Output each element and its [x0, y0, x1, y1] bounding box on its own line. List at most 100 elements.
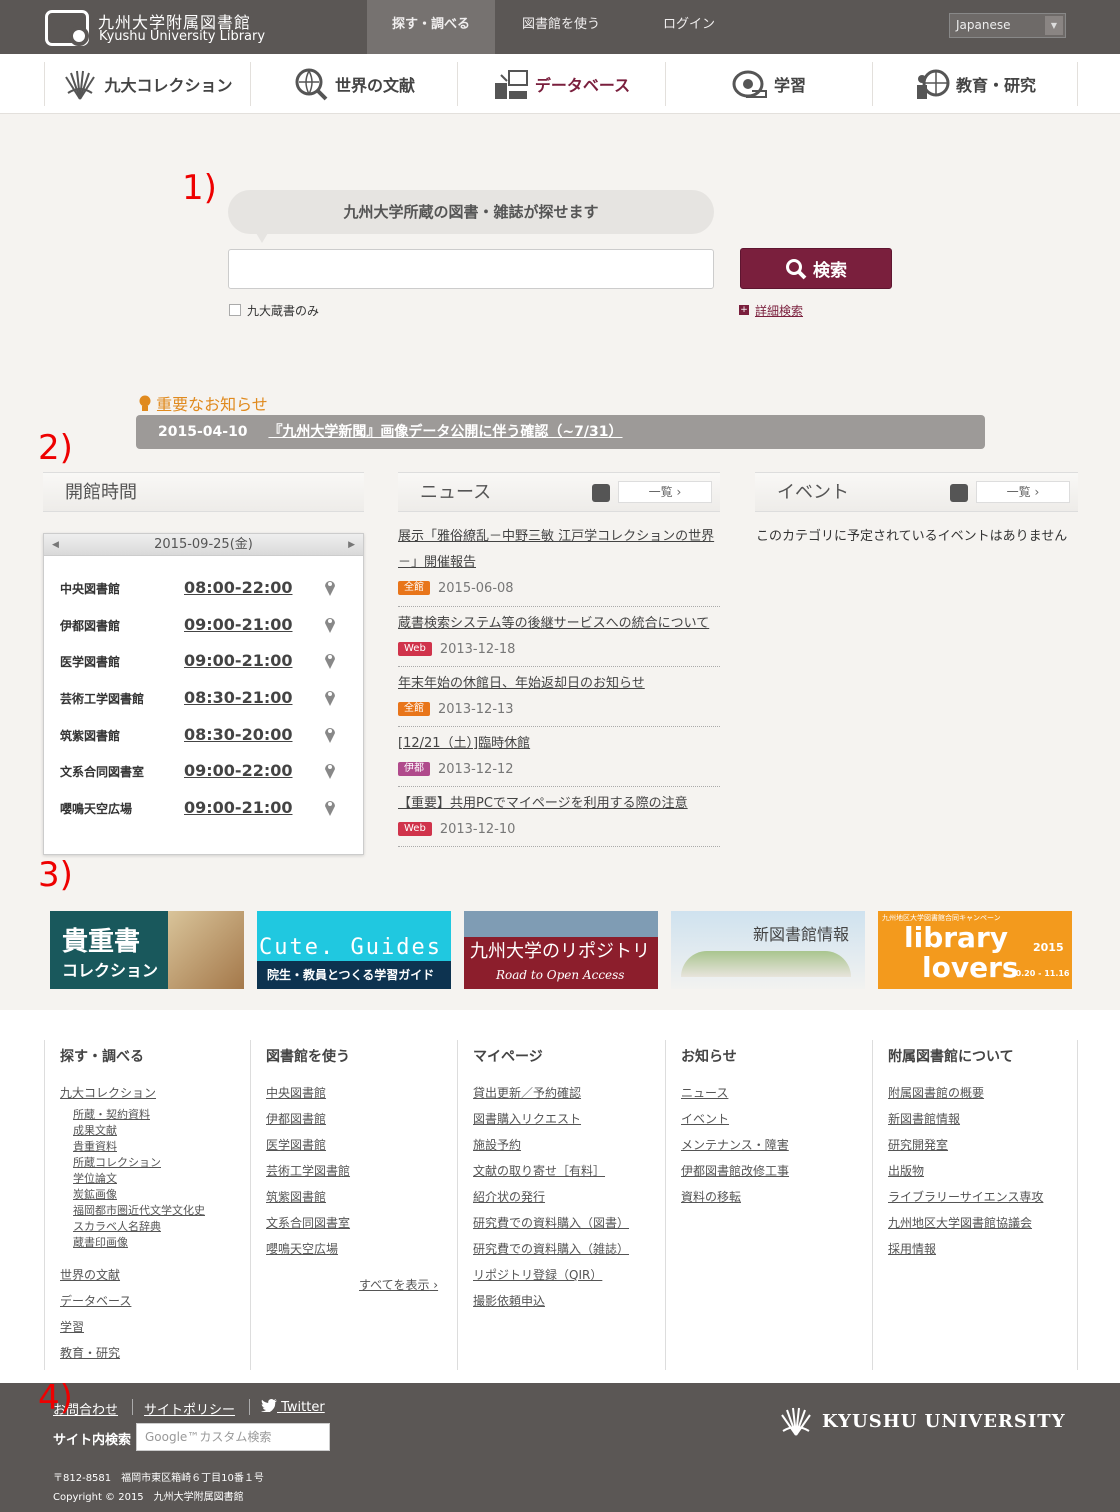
library-name[interactable]: 嚶鳴天空広場 [60, 800, 132, 817]
map-pin-icon[interactable] [324, 761, 336, 779]
show-all-link[interactable]: すべてを表示 › [359, 1276, 438, 1293]
sitemap-link[interactable]: 採用情報 [888, 1240, 936, 1257]
sitemap-link[interactable]: 九州地区大学図書館協議会 [888, 1214, 1032, 1231]
sitemap-link[interactable]: イベント [681, 1110, 729, 1127]
sitemap-link[interactable]: 学習 [60, 1318, 84, 1335]
next-day-icon[interactable]: ▶ [348, 534, 355, 556]
sitemap-sublink[interactable]: 所蔵コレクション [73, 1154, 161, 1170]
site-search-input[interactable]: Google™カスタム検索 [136, 1423, 330, 1451]
sitemap-link[interactable]: 芸術工学図書館 [266, 1162, 350, 1179]
notice-link[interactable]: 『九州大学新聞』画像データ公開に伴う確認（~7/31） [268, 424, 622, 440]
sitemap-sublink[interactable]: 蔵書印画像 [73, 1234, 128, 1250]
cat-education-research[interactable]: 教育・研究 [872, 62, 1078, 106]
search-input[interactable] [228, 249, 714, 289]
map-pin-icon[interactable] [324, 688, 336, 706]
library-hours[interactable]: 08:30-20:00 [184, 725, 293, 744]
sitemap-link[interactable]: 文系合同図書室 [266, 1214, 350, 1231]
library-hours[interactable]: 09:00-21:00 [184, 798, 293, 817]
map-pin-icon[interactable] [324, 798, 336, 816]
library-hours[interactable]: 09:00-22:00 [184, 761, 293, 780]
sitemap-link[interactable]: 撮影依頼申込 [473, 1292, 545, 1309]
sitemap-sublink[interactable]: 成果文献 [73, 1122, 117, 1138]
sitemap-sublink[interactable]: 貴重資料 [73, 1138, 117, 1154]
sitemap-sublink[interactable]: 福岡都市圏近代文学文化史 [73, 1202, 205, 1218]
library-logo-icon[interactable] [45, 10, 89, 46]
sitemap-link[interactable]: 資料の移転 [681, 1188, 741, 1205]
sitemap-sublink[interactable]: 炭鉱画像 [73, 1186, 117, 1202]
sitemap-link[interactable]: データベース [60, 1292, 131, 1309]
logo-title-en[interactable]: Kyushu University Library [99, 29, 265, 44]
sitemap-link[interactable]: 研究開発室 [888, 1136, 948, 1153]
sitemap-link[interactable]: 貸出更新／予約確認 [473, 1084, 581, 1101]
rss-icon[interactable] [950, 484, 968, 502]
banner-repository[interactable]: 九州大学のリポジトリ Road to Open Access [464, 911, 658, 989]
sitemap-link[interactable]: 世界の文献 [60, 1266, 120, 1283]
news-title[interactable]: 蔵書検索システム等の後継サービスへの統合について [398, 611, 720, 637]
advanced-search-link[interactable]: 詳細検索 [755, 302, 803, 319]
library-name[interactable]: 中央図書館 [60, 580, 120, 597]
search-button[interactable]: 検索 [740, 248, 892, 289]
sitemap-link[interactable]: メンテナンス・障害 [681, 1136, 789, 1153]
library-hours[interactable]: 09:00-21:00 [184, 615, 293, 634]
sitemap-sublink[interactable]: スカラベ人名辞典 [73, 1218, 161, 1234]
cat-kyudai-collection[interactable]: 九大コレクション [44, 62, 250, 106]
cat-database[interactable]: データベース [457, 62, 665, 106]
banner-new-library[interactable]: 新図書館情報 [671, 911, 865, 989]
language-select[interactable]: Japanese ▼ [949, 13, 1066, 38]
twitter-link[interactable]: Twitter [261, 1399, 325, 1415]
map-pin-icon[interactable] [324, 725, 336, 743]
sitemap-link[interactable]: 研究費での資料購入（図書） [473, 1214, 629, 1231]
banner-rare-books[interactable]: 貴重書 コレクション [50, 911, 244, 989]
sitemap-link[interactable]: ライブラリーサイエンス専攻 [888, 1188, 1043, 1205]
library-hours[interactable]: 08:30-21:00 [184, 688, 293, 707]
news-title[interactable]: 展示「雅俗繚乱－中野三敏 江戸学コレクションの世界－」開催報告 [398, 524, 720, 576]
library-name[interactable]: 文系合同図書室 [60, 763, 144, 780]
news-title[interactable]: [12/21（土）]臨時休館 [398, 731, 720, 757]
news-title[interactable]: 【重要】共用PCでマイページを利用する際の注意 [398, 791, 720, 817]
sitemap-link[interactable]: 伊都図書館改修工事 [681, 1162, 789, 1179]
prev-day-icon[interactable]: ◀ [52, 534, 59, 556]
sitemap-link[interactable]: 教育・研究 [60, 1344, 120, 1361]
sitemap-link[interactable]: 筑紫図書館 [266, 1188, 326, 1205]
library-hours[interactable]: 09:00-21:00 [184, 651, 293, 670]
sitemap-link[interactable]: 附属図書館の概要 [888, 1084, 984, 1101]
banner-library-lovers[interactable]: 九州地区大学図書館合同キャンペーン library lovers 2015 10… [878, 911, 1072, 989]
cat-world-literature[interactable]: 世界の文献 [250, 62, 457, 106]
events-list-button[interactable]: 一覧 › [976, 481, 1070, 503]
map-pin-icon[interactable] [324, 578, 336, 596]
sitemap-link[interactable]: 研究費での資料購入（雑誌） [473, 1240, 629, 1257]
sitemap-sublink[interactable]: 学位論文 [73, 1170, 117, 1186]
university-logo-text[interactable]: KYUSHU UNIVERSITY [822, 1411, 1066, 1432]
topnav-login[interactable]: ログイン [625, 0, 753, 54]
site-policy-link[interactable]: サイトポリシー [144, 1399, 235, 1418]
library-name[interactable]: 医学図書館 [60, 653, 120, 670]
rss-icon[interactable] [592, 484, 610, 502]
own-collection-checkbox[interactable] [229, 304, 241, 316]
sitemap-link[interactable]: 出版物 [888, 1162, 924, 1179]
sitemap-link[interactable]: 新図書館情報 [888, 1110, 960, 1127]
cat-study[interactable]: 学習 [665, 62, 872, 106]
library-name[interactable]: 筑紫図書館 [60, 727, 120, 744]
sitemap-link[interactable]: 文献の取り寄せ［有料］ [473, 1162, 605, 1179]
sitemap-link[interactable]: 伊都図書館 [266, 1110, 326, 1127]
library-name[interactable]: 芸術工学図書館 [60, 690, 144, 707]
news-title[interactable]: 年末年始の休館日、年始返却日のお知らせ [398, 671, 720, 697]
banner-cute-guides[interactable]: Cute. Guides 院生・教員とつくる学習ガイド [257, 911, 451, 989]
sitemap-link[interactable]: 嚶鳴天空広場 [266, 1240, 338, 1257]
news-list-button[interactable]: 一覧 › [618, 481, 712, 503]
sitemap-link[interactable]: リポジトリ登録（QIR） [473, 1266, 602, 1283]
sitemap-link[interactable]: 図書購入リクエスト [473, 1110, 581, 1127]
sitemap-link[interactable]: 施設予約 [473, 1136, 521, 1153]
library-name[interactable]: 伊都図書館 [60, 617, 120, 634]
topnav-search[interactable]: 探す・調べる [367, 0, 495, 54]
sitemap-link[interactable]: ニュース [681, 1084, 728, 1101]
topnav-use-library[interactable]: 図書館を使う [497, 0, 625, 54]
map-pin-icon[interactable] [324, 615, 336, 633]
library-hours[interactable]: 08:00-22:00 [184, 578, 293, 597]
sitemap-sublink[interactable]: 所蔵・契約資料 [73, 1106, 150, 1122]
sitemap-link[interactable]: 中央図書館 [266, 1084, 326, 1101]
sitemap-link[interactable]: 紹介状の発行 [473, 1188, 545, 1205]
sitemap-link[interactable]: 九大コレクション [60, 1084, 156, 1101]
map-pin-icon[interactable] [324, 651, 336, 669]
sitemap-link[interactable]: 医学図書館 [266, 1136, 326, 1153]
